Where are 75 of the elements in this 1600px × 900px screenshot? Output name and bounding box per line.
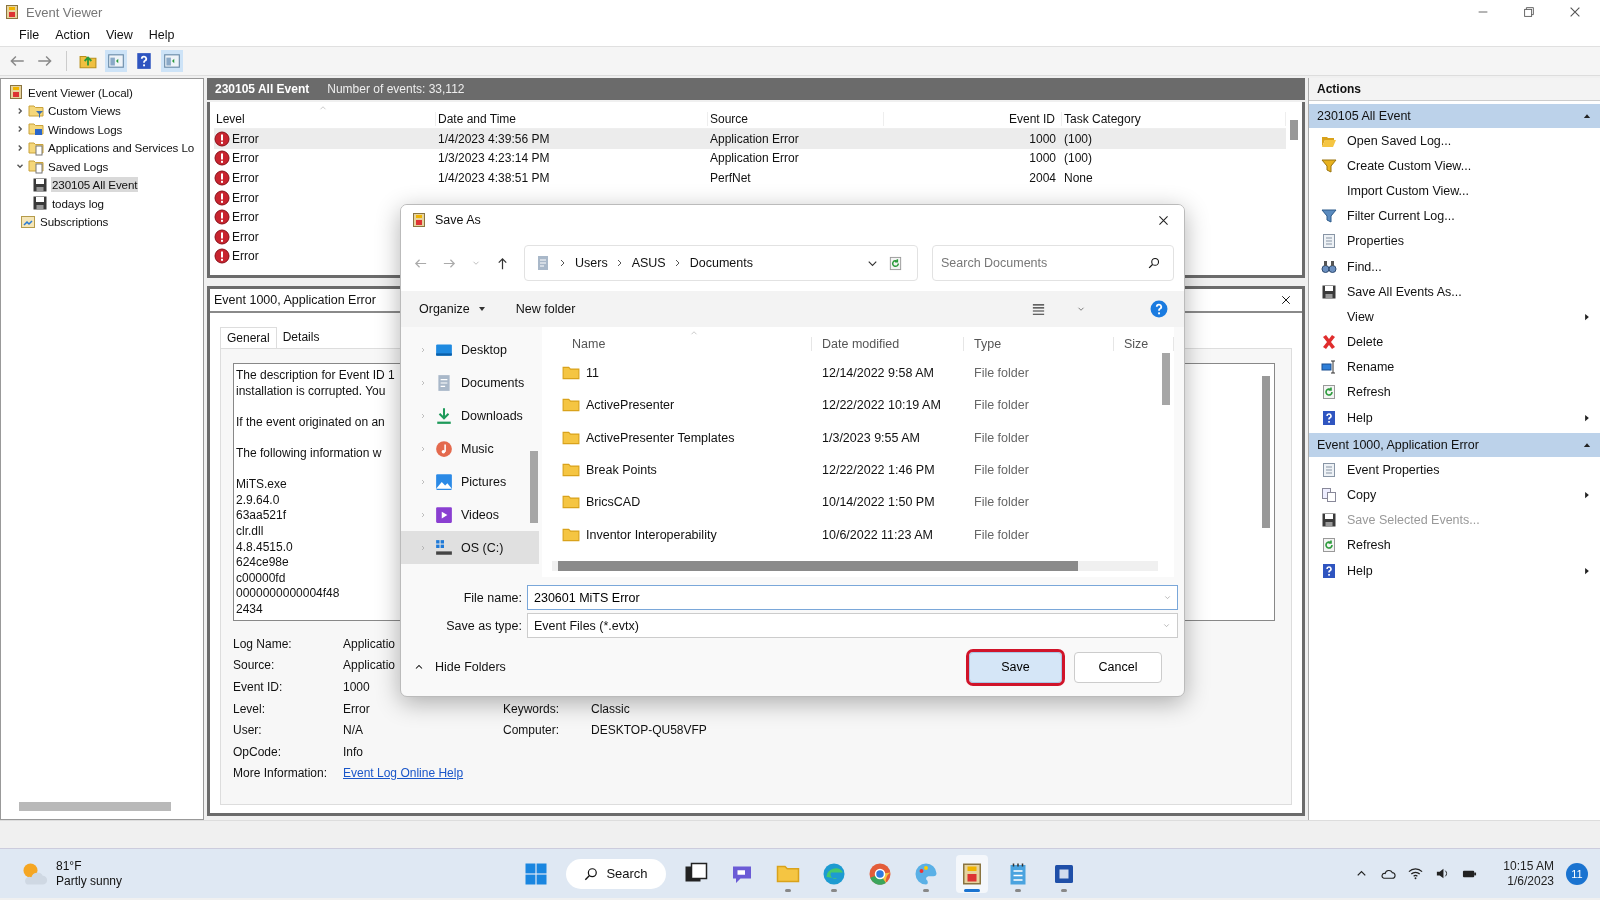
description-line: 0000000000004f48 — [236, 586, 340, 602]
table-cell: Error — [232, 151, 259, 166]
field-value: Error — [343, 701, 370, 716]
table-cell: 1000 — [1029, 151, 1056, 166]
field-label: OpCode: — [233, 744, 282, 759]
table-cell: 1/3/2023 4:23:14 PM — [438, 151, 550, 166]
field-value: Classic — [591, 701, 630, 716]
field-label: File name: — [462, 590, 522, 605]
description-line: 2.9.64.0 — [236, 492, 280, 509]
field-label: Keywords: — [503, 701, 560, 716]
field-label: Computer: — [503, 723, 560, 738]
table-cell: PerfNet — [710, 171, 751, 185]
table-cell: Error — [232, 131, 259, 146]
table-cell: 1000 — [1029, 131, 1056, 146]
clock-time: 10:15 AM — [1503, 858, 1554, 874]
description-line: 4.8.4515.0 — [236, 539, 293, 556]
table-cell: Application Error — [710, 151, 799, 166]
table-cell: Error — [232, 171, 259, 185]
description-line: If the event originated on an — [236, 414, 385, 431]
field-label: Save as type: — [445, 618, 522, 633]
description-line: The description for Event ID 1 — [236, 368, 395, 384]
table-cell: Error — [232, 190, 259, 205]
date-modified: 10/6/2022 11:23 AM — [821, 527, 934, 542]
description-line: installation is corrupted. You — [236, 383, 386, 400]
description-line: MiTS.exe — [236, 477, 287, 493]
field-value: Applicatio — [343, 636, 396, 651]
table-cell: 2004 — [1029, 171, 1056, 185]
field-label: User: — [233, 723, 262, 738]
field-value: Info — [343, 744, 363, 759]
date-modified: 12/22/2022 1:46 PM — [821, 463, 936, 478]
table-cell: (100) — [1064, 131, 1092, 146]
field-label: Level: — [233, 701, 266, 716]
field-label: Event ID: — [233, 680, 283, 694]
table-cell: 1/4/2023 4:39:56 PM — [438, 131, 550, 146]
date-modified: 10/14/2022 1:50 PM — [821, 495, 936, 510]
section-title: Event 1000, Application Error — [1317, 438, 1479, 453]
description-line: clr.dll — [236, 523, 264, 540]
file-type: File folder — [973, 527, 1030, 542]
log-name: 230105 All Event — [215, 82, 310, 96]
field-label: Log Name: — [233, 636, 292, 651]
date-modified: 12/22/2022 10:19 AM — [821, 398, 942, 413]
window-title: Event Viewer — [26, 4, 103, 20]
description-line: 624ce98e — [236, 555, 289, 571]
clock-date: 1/6/2023 — [1507, 873, 1554, 889]
field-value: Applicatio — [343, 658, 396, 673]
file-type: File folder — [973, 495, 1030, 510]
section-title: 230105 All Event — [1317, 109, 1411, 123]
date-modified: 12/14/2022 9:58 AM — [821, 366, 935, 381]
table-cell: Application Error — [710, 131, 799, 146]
field-label: Source: — [233, 658, 275, 673]
date-modified: 1/3/2023 9:55 AM — [821, 430, 921, 445]
actions-title: Actions — [1309, 78, 1600, 101]
event-count: Number of events: 33,112 — [327, 82, 465, 96]
field-value: 1000 — [343, 680, 370, 694]
table-cell: 1/4/2023 4:38:51 PM — [438, 171, 550, 185]
field-value: N/A — [343, 723, 363, 738]
description-line: 2434 — [236, 601, 263, 618]
file-type: File folder — [973, 366, 1030, 381]
field-label: More Information: — [233, 766, 328, 781]
table-cell: Error — [232, 210, 259, 225]
dialog-title: Save As — [435, 213, 481, 227]
description-line: The following information w — [236, 445, 382, 462]
table-cell: None — [1064, 171, 1093, 185]
weather-status: Partly sunny — [56, 873, 123, 889]
event-title: Event 1000, Application Error — [214, 293, 376, 307]
file-type: File folder — [973, 430, 1030, 445]
description-line: c00000fd — [236, 570, 286, 587]
table-cell: (100) — [1064, 151, 1092, 166]
field-value: DESKTOP-QU58VFP — [591, 723, 707, 738]
file-type: File folder — [973, 398, 1030, 413]
temperature: 81°F — [56, 858, 83, 874]
table-cell: Error — [232, 229, 259, 244]
table-cell: Error — [232, 249, 259, 264]
file-type: File folder — [973, 463, 1030, 478]
description-line: 63aa521f — [236, 508, 287, 524]
